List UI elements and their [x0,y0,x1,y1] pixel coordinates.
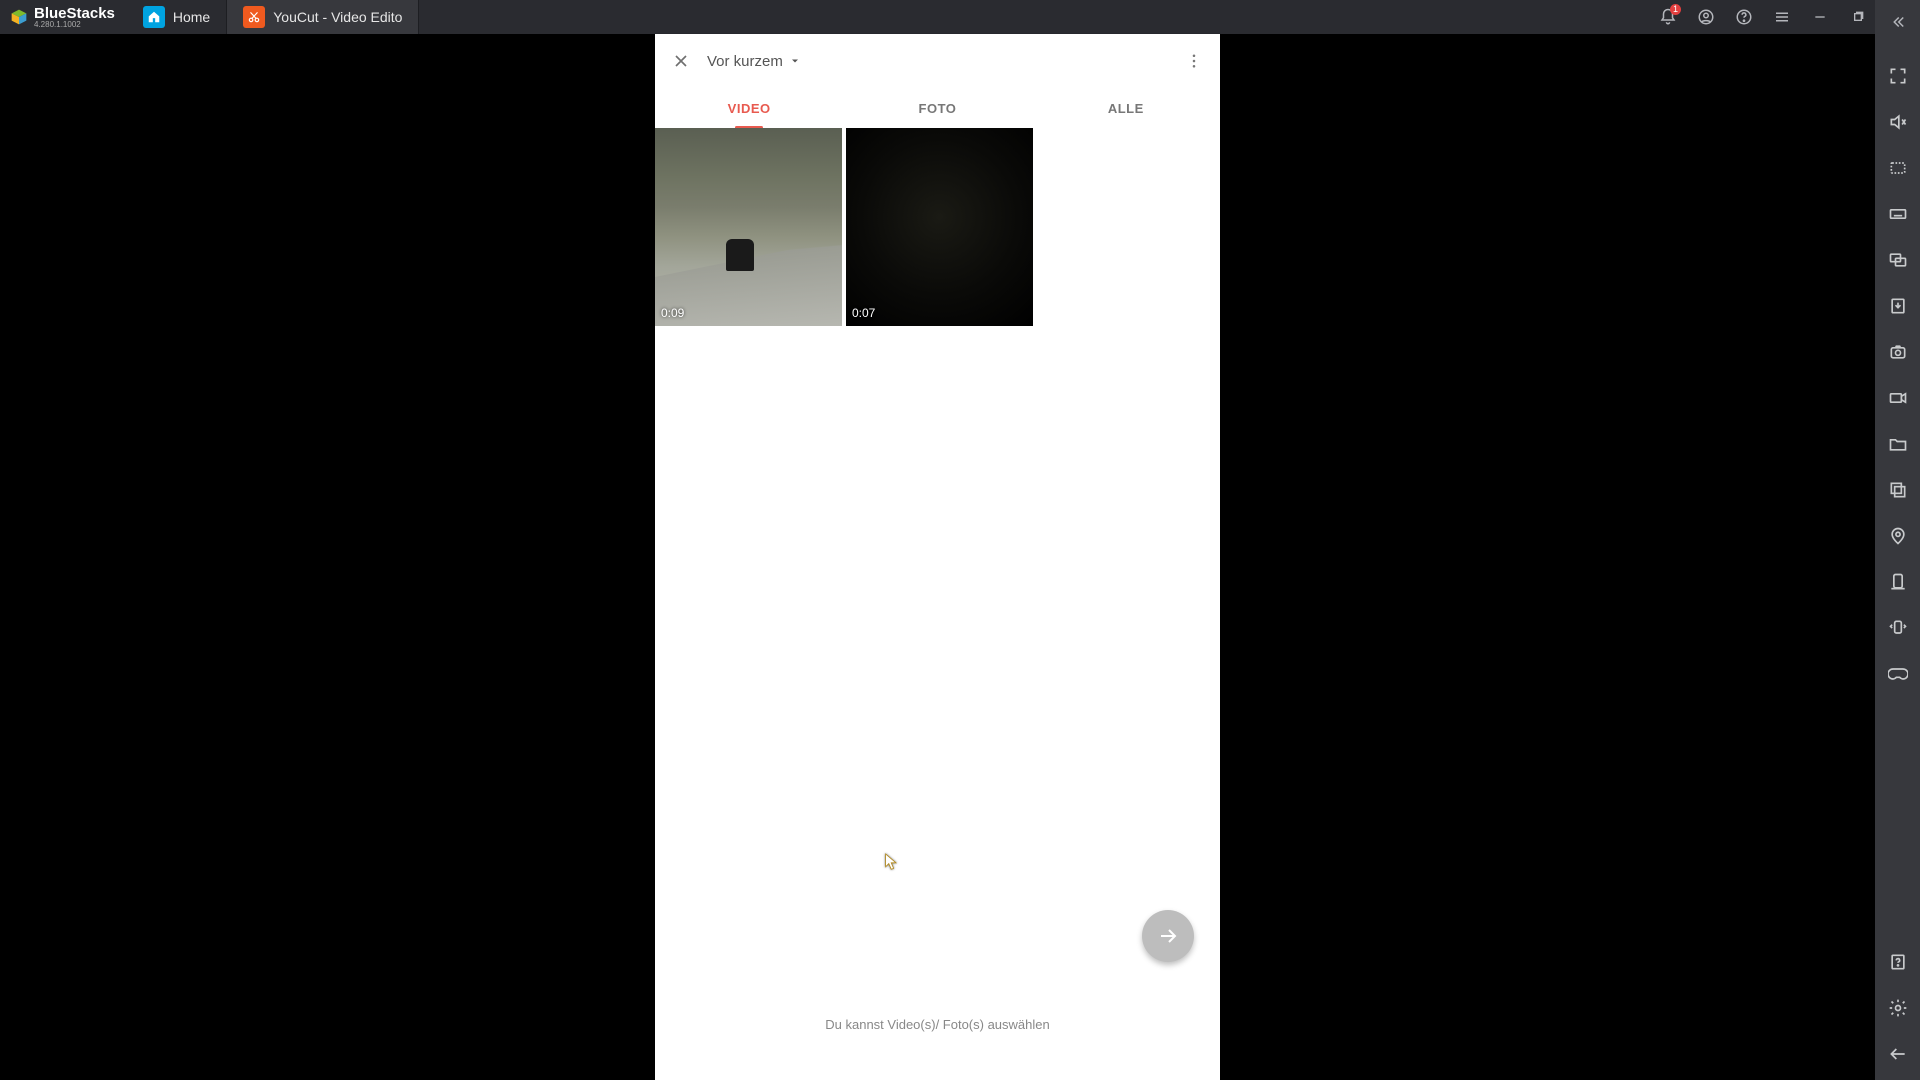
selection-hint: Du kannst Video(s)/ Foto(s) auswählen [655,1007,1220,1036]
tab-alle[interactable]: ALLE [1032,88,1220,128]
app-tabs: Home YouCut - Video Edito [127,0,420,34]
window-minimize-icon[interactable] [1810,7,1830,27]
youcut-app-icon [243,6,265,28]
window-restore-icon[interactable] [1848,7,1868,27]
emulator-viewport: Vor kurzem VIDEO FOTO ALLE 0:09 0:07 [0,34,1875,1080]
volume-mute-icon[interactable] [1886,110,1910,134]
video-duration: 0:09 [661,306,684,320]
gamepad-icon[interactable] [1886,662,1910,686]
notifications-icon[interactable]: 1 [1658,7,1678,27]
sync-apps-icon[interactable] [1886,248,1910,272]
shake-icon[interactable] [1886,616,1910,640]
brand-name: BlueStacks [34,6,115,21]
fullscreen-icon[interactable] [1886,64,1910,88]
arrow-right-icon [1156,924,1180,948]
next-button[interactable] [1142,910,1194,962]
media-grid: 0:09 0:07 [655,128,1220,326]
media-picker-panel: Vor kurzem VIDEO FOTO ALLE 0:09 0:07 [655,34,1220,1080]
video-duration: 0:07 [852,306,875,320]
tab-app-label: YouCut - Video Edito [273,9,402,25]
window-titlebar: BlueStacks 4.280.1.1002 Home YouCut - Vi… [0,0,1920,34]
bluestacks-logo-icon [8,6,30,28]
brand-version: 4.280.1.1002 [34,21,115,29]
keymap-icon[interactable] [1886,156,1910,180]
picker-tabs: VIDEO FOTO ALLE [655,88,1220,128]
location-icon[interactable] [1886,524,1910,548]
picker-footer: Du kannst Video(s)/ Foto(s) auswählen [655,1007,1220,1080]
bluestacks-logo: BlueStacks 4.280.1.1002 [0,6,123,29]
guide-icon[interactable] [1886,950,1910,974]
account-icon[interactable] [1696,7,1716,27]
picker-header: Vor kurzem [655,34,1220,88]
tab-video[interactable]: VIDEO [655,88,843,128]
tab-video-label: VIDEO [728,101,771,116]
more-options-icon[interactable] [1180,47,1208,75]
help-icon[interactable] [1734,7,1754,27]
tab-app-youcut[interactable]: YouCut - Video Edito [227,0,419,34]
tab-foto-label: FOTO [919,101,957,116]
screenshot-icon[interactable] [1886,340,1910,364]
close-icon[interactable] [667,47,695,75]
album-dropdown[interactable]: Vor kurzem [707,53,801,70]
tab-alle-label: ALLE [1108,101,1144,116]
install-apk-icon[interactable] [1886,294,1910,318]
menu-hamburger-icon[interactable] [1772,7,1792,27]
keyboard-icon[interactable] [1886,202,1910,226]
tab-foto[interactable]: FOTO [843,88,1031,128]
video-thumbnail[interactable]: 0:07 [846,128,1033,326]
notification-badge: 1 [1670,4,1681,15]
right-sidebar [1875,0,1920,1080]
back-icon[interactable] [1886,1042,1910,1066]
multi-instance-icon[interactable] [1886,478,1910,502]
album-label: Vor kurzem [707,53,783,70]
tab-home[interactable]: Home [127,0,227,34]
record-icon[interactable] [1886,386,1910,410]
sidebar-collapse-icon[interactable] [1889,8,1907,36]
tab-home-label: Home [173,9,210,25]
settings-icon[interactable] [1886,996,1910,1020]
video-thumbnail[interactable]: 0:09 [655,128,842,326]
home-icon [143,6,165,28]
chevron-down-icon [789,55,801,67]
macro-folder-icon[interactable] [1886,432,1910,456]
rotate-icon[interactable] [1886,570,1910,594]
